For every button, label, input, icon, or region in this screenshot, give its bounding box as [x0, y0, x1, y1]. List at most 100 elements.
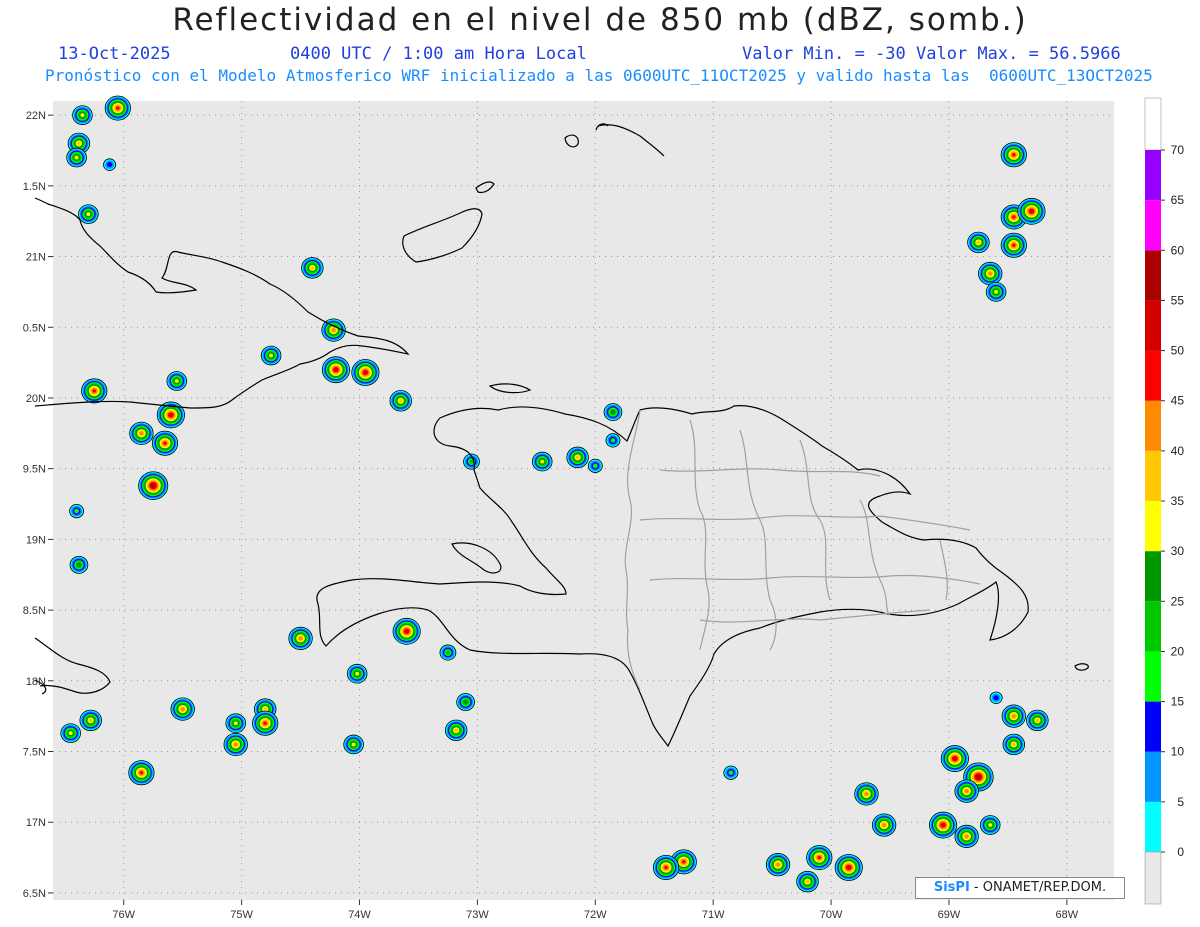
reflectivity-cell	[389, 390, 412, 412]
reflectivity-cell	[456, 693, 475, 711]
reflectivity-contour	[74, 508, 79, 514]
reflectivity-contour	[454, 728, 459, 733]
colorbar-label: 45	[1171, 394, 1185, 408]
reflectivity-map: 76W 75W 74W 73W 72W 71W 70W 69W 68W 22N 1.5N 21N 0.…	[23, 95, 1185, 921]
reflectivity-cell	[854, 782, 879, 806]
reflectivity-contour	[610, 438, 616, 443]
reflectivity-contour	[976, 240, 981, 245]
reflectivity-cell	[81, 378, 108, 404]
colorbar-label: 70	[1171, 143, 1185, 157]
sispi-logo: SisPI	[933, 880, 970, 895]
reflectivity-cell	[954, 779, 979, 803]
reflectivity-cell	[605, 433, 621, 448]
reflectivity-contour	[610, 410, 616, 415]
reflectivity-contour	[988, 271, 993, 276]
reflectivity-contour	[233, 721, 238, 726]
reflectivity-cell	[166, 371, 188, 391]
x-tick-label: 70W	[820, 909, 843, 921]
reflectivity-contour	[776, 862, 780, 867]
x-tick-label: 69W	[938, 909, 961, 921]
reflectivity-contour	[592, 463, 598, 469]
reflectivity-contour	[964, 834, 969, 839]
reflectivity-cell	[1026, 709, 1049, 732]
x-tick-label: 74W	[348, 909, 371, 921]
reflectivity-contour	[355, 671, 360, 676]
plot-area	[53, 101, 1114, 900]
reflectivity-cell	[346, 663, 368, 684]
reflectivity-contour	[882, 823, 886, 827]
reflectivity-contour	[728, 770, 734, 775]
colorbar-swatch	[1145, 350, 1161, 401]
credit-text: - ONAMET/REP.DOM.	[969, 880, 1107, 895]
reflectivity-contour	[1011, 215, 1016, 219]
colorbar-swatch	[1145, 501, 1161, 552]
reflectivity-contour	[805, 879, 810, 884]
reflectivity-contour	[68, 731, 73, 736]
reflectivity-contour	[263, 707, 268, 711]
colorbar-label: 35	[1171, 494, 1185, 508]
colorbar-swatch	[1145, 450, 1161, 501]
reflectivity-contour	[846, 865, 851, 870]
y-tick-label: 21N	[26, 252, 46, 264]
colorbar-label: 0	[1177, 845, 1184, 859]
reflectivity-contour	[86, 212, 91, 217]
reflectivity-cell	[652, 854, 680, 880]
y-tick-label: 17N	[26, 817, 46, 829]
reflectivity-cell	[871, 813, 897, 837]
colorbar-swatch	[1145, 250, 1161, 301]
x-tick-label: 68W	[1056, 909, 1079, 921]
reflectivity-cell	[392, 617, 421, 645]
reflectivity-contour	[445, 650, 451, 655]
reflectivity-cell	[834, 854, 863, 881]
colorbar-label: 5	[1177, 795, 1184, 809]
reflectivity-contour	[74, 155, 79, 160]
colorbar-swatch	[1145, 300, 1161, 351]
reflectivity-contour	[363, 370, 368, 375]
reflectivity-contour	[994, 290, 999, 294]
reflectivity-cell	[138, 471, 169, 500]
colorbar-label: 50	[1171, 344, 1185, 358]
reflectivity-cell	[806, 845, 833, 871]
reflectivity-cell	[104, 95, 131, 121]
reflectivity-cell	[223, 732, 248, 757]
x-tick-label: 75W	[230, 909, 253, 921]
reflectivity-cell	[128, 760, 155, 786]
x-tick-label: 73W	[466, 909, 489, 921]
reflectivity-contour	[106, 162, 113, 168]
reflectivity-cell	[301, 257, 324, 279]
reflectivity-cell	[1000, 232, 1027, 258]
reflectivity-cell	[940, 745, 969, 772]
colorbar-swatch	[1145, 701, 1161, 752]
colorbar-label: 65	[1171, 193, 1185, 207]
reflectivity-contour	[398, 398, 403, 403]
reflectivity-cell	[103, 158, 117, 171]
colorbar-swatch	[1145, 601, 1161, 652]
reflectivity-cell	[252, 710, 279, 736]
reflectivity-cell	[69, 555, 89, 574]
colorbar-label: 60	[1171, 243, 1185, 257]
reflectivity-contour	[540, 459, 545, 464]
y-tick-label: 20N	[26, 393, 46, 405]
reflectivity-cell	[587, 458, 603, 473]
y-tick-label: 1.5N	[23, 181, 46, 193]
reflectivity-cell	[129, 421, 154, 445]
reflectivity-contour	[180, 707, 185, 711]
reflectivity-contour	[1011, 742, 1016, 747]
reflectivity-cell	[151, 430, 179, 456]
reflectivity-cell	[989, 691, 1003, 704]
reflectivity-contour	[174, 379, 179, 383]
reflectivity-contour	[139, 770, 144, 775]
x-tick-label: 72W	[584, 909, 607, 921]
reflectivity-cell	[531, 451, 553, 472]
reflectivity-cell	[967, 231, 990, 254]
colorbar-label: 30	[1171, 544, 1185, 558]
reflectivity-contour	[80, 113, 85, 118]
reflectivity-cell	[72, 105, 93, 125]
reflectivity-contour	[331, 328, 336, 332]
reflectivity-cell	[1001, 704, 1026, 728]
reflectivity-contour	[1011, 714, 1016, 718]
colorbar-swatch	[1145, 801, 1161, 852]
reflectivity-contour	[988, 823, 993, 827]
reflectivity-cell	[170, 697, 195, 721]
reflectivity-cell	[985, 282, 1007, 302]
